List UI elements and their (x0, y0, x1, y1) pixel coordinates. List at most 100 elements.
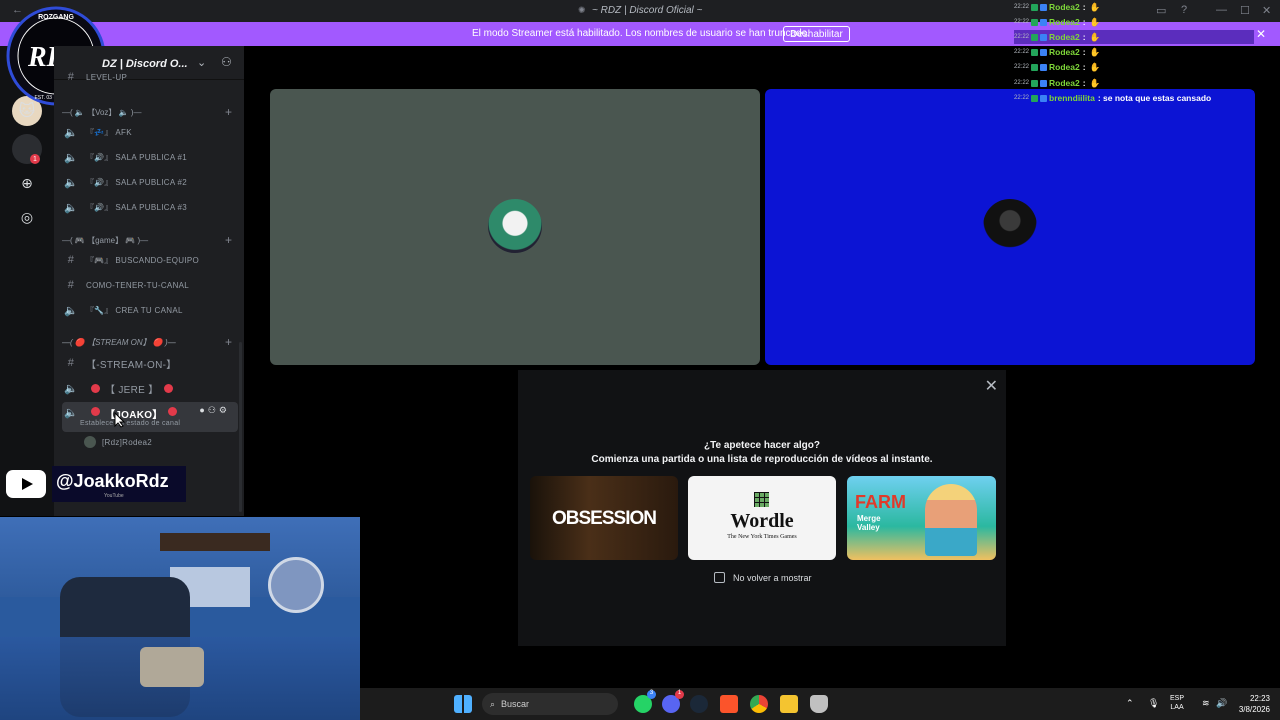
discord-taskbar-icon[interactable]: 1 (662, 690, 684, 713)
moderator-badge-icon (1040, 48, 1048, 56)
category-voz[interactable]: —( 🔈 【Voz】 🔈 )— + (62, 104, 238, 120)
dont-show-again[interactable]: No volver a mostrar (714, 572, 812, 583)
channel-jere[interactable]: 🔈 【 JERE 】 (62, 377, 238, 399)
add-channel-icon[interactable]: + (225, 233, 232, 247)
explore-icon[interactable]: ◎ (12, 202, 42, 232)
modal-subtitle: Comienza una partida o una lista de repr… (591, 454, 933, 465)
chrome-icon[interactable] (750, 695, 768, 713)
moderator-badge-icon (1040, 33, 1048, 41)
red-circle-icon (91, 383, 100, 393)
kick-badge-icon (1031, 63, 1039, 71)
chat-message: 22:22 Rodea2 : ✋ (1014, 46, 1101, 58)
server-folder-icon[interactable]: 1 (12, 134, 42, 164)
wordle-grid-icon (754, 492, 769, 507)
category-stream-on[interactable]: —( 🔴 【STREAM ON】 🔴 )— + (62, 334, 238, 350)
svg-text:ROZGANG: ROZGANG (38, 14, 74, 21)
youtube-overlay: @JoakkoRdz YouTube (0, 466, 190, 502)
channel-joako[interactable]: 🔈 【JOAKO】 ●⚇⚙ Establece un estado de can… (62, 402, 238, 432)
webcam-shelf (160, 533, 270, 551)
scrollbar[interactable] (239, 342, 242, 512)
channel-level-up[interactable]: # LEVEL-UP (62, 70, 238, 84)
add-channel-icon[interactable]: + (225, 335, 232, 349)
channel-sala-publica-2[interactable]: 🔈 『🔊』 SALA PUBLICA #2 (62, 171, 238, 193)
category-game[interactable]: —( 🎮 【game】 🎮 )— + (62, 232, 238, 248)
participant-tile-2[interactable] (765, 89, 1255, 365)
kick-badge-icon (1031, 18, 1039, 26)
avatar (983, 199, 1037, 253)
channel-sala-publica-3[interactable]: 🔈 『🔊』 SALA PUBLICA #3 (62, 196, 238, 218)
youtube-handle: @JoakkoRdz (56, 471, 169, 491)
moderator-badge-icon (1040, 18, 1048, 26)
volume-icon[interactable]: 🔊 (1216, 698, 1227, 709)
add-channel-icon[interactable]: + (225, 105, 232, 119)
channel-status-hint[interactable]: Establece un estado de canal (80, 420, 180, 427)
emote-icon: ✋ (1089, 16, 1101, 27)
emote-icon: ✋ (1089, 31, 1101, 42)
channel-stream-on[interactable]: # 【-STREAM-ON-】 (62, 352, 238, 374)
chat-message: 22:22 brenndiilita : se nota que estas c… (1014, 91, 1254, 105)
mouse-cursor (114, 412, 126, 428)
channel-crea-tu-canal[interactable]: 🔈 『🔧』 CREA TU CANAL (62, 299, 238, 321)
emote-icon: ✋ (1089, 1, 1101, 12)
file-explorer-icon[interactable] (780, 695, 798, 713)
chevron-down-icon[interactable]: ⌄ (197, 56, 206, 69)
channel-sidebar: DZ | Discord O... ⌄ ⚇ # LEVEL-UP —( 🔈 【V… (54, 46, 244, 516)
activity-card-wordle[interactable]: Wordle The New York Times Games (688, 476, 836, 560)
microphone-icon[interactable]: 🎙 (1148, 698, 1159, 709)
speaker-connected-icon: 🔈 (64, 407, 78, 419)
channel-afk[interactable]: 🔈 『💤』 AFK (62, 121, 238, 143)
language-indicator[interactable]: ESP LAA (1170, 694, 1184, 712)
hash-icon: # (67, 71, 75, 83)
invite-icon[interactable]: ⚇ (221, 55, 232, 69)
modal-question: ¿Te apetece hacer algo? (704, 440, 820, 451)
emote-icon: ✋ (1089, 77, 1101, 88)
hash-icon: # (67, 279, 75, 291)
red-circle-icon (163, 383, 173, 393)
red-circle-icon (91, 407, 100, 416)
speaker-icon: 🔈 (64, 126, 78, 139)
avatar (488, 199, 542, 253)
kick-badge-icon (1031, 3, 1039, 11)
chat-message: 22:22 Rodea2 : ✋ (1014, 1, 1101, 13)
red-circle-icon (167, 407, 177, 416)
wifi-icon[interactable]: ≋ (1202, 698, 1210, 709)
windows-start-icon[interactable] (454, 695, 472, 713)
chevron-up-icon[interactable]: ⌃ (1126, 698, 1134, 709)
clock[interactable]: 22:23 3/8/2026 (1239, 693, 1270, 715)
voice-user-row[interactable]: [Rdz]Rodea2 (62, 436, 238, 448)
kick-badge-icon (1031, 48, 1039, 56)
server-name: DZ | Discord O... (102, 58, 188, 70)
steam-icon[interactable] (690, 695, 708, 713)
channel-como-tener-tu-canal[interactable]: # COMO-TENER-TU-CANAL (62, 274, 238, 296)
close-window-icon[interactable]: ✕ (1262, 4, 1271, 17)
activity-card-farm-merge-valley[interactable]: FARM Merge Valley (847, 476, 996, 560)
server-rail: 🐱 1 ⊕ ◎ (0, 46, 54, 516)
brave-icon[interactable] (720, 695, 738, 713)
taskbar: ⌕ Buscar 3 1 ⌃ 🎙 ESP LAA ≋ 🔊 22:23 3/8/20… (360, 688, 1280, 720)
moderator-badge-icon (1040, 79, 1048, 87)
taskbar-search[interactable]: ⌕ Buscar (482, 693, 618, 715)
channel-buscando-equipo[interactable]: # 『🎮』 BUSCANDO-EQUIPO (62, 249, 238, 271)
activity-card-obsession[interactable]: OBSESSION (530, 476, 678, 560)
webcam-feed (0, 517, 360, 720)
speaker-icon: 🔈 (64, 382, 78, 395)
window-title: ~ RDZ | Discord Oficial ~ (592, 5, 703, 16)
youtube-sub: YouTube (104, 493, 124, 499)
disable-streamer-button[interactable]: Deshabilitar (783, 26, 850, 42)
close-modal-icon[interactable]: ✕ (985, 376, 998, 396)
close-banner-icon[interactable]: ✕ (1256, 27, 1266, 41)
webcam-fan (268, 557, 324, 613)
avatar (84, 436, 96, 448)
add-server-icon[interactable]: ⊕ (12, 168, 42, 198)
dont-show-checkbox[interactable] (714, 572, 725, 583)
discord-logo-icon: ✺ (578, 5, 586, 15)
search-icon: ⌕ (490, 698, 496, 709)
whatsapp-icon[interactable]: 3 (634, 690, 656, 713)
channel-sala-publica-1[interactable]: 🔈 『🔊』 SALA PUBLICA #1 (62, 146, 238, 168)
participant-tile-1[interactable] (270, 89, 760, 365)
channel-actions[interactable]: ●⚇⚙ (199, 405, 230, 416)
youtube-icon (6, 470, 46, 498)
activity-modal: ✕ ¿Te apetece hacer algo? Comienza una p… (518, 370, 1006, 646)
chat-message: 22:22 Rodea2 : ✋ (1014, 30, 1254, 44)
obs-icon[interactable] (810, 695, 828, 713)
